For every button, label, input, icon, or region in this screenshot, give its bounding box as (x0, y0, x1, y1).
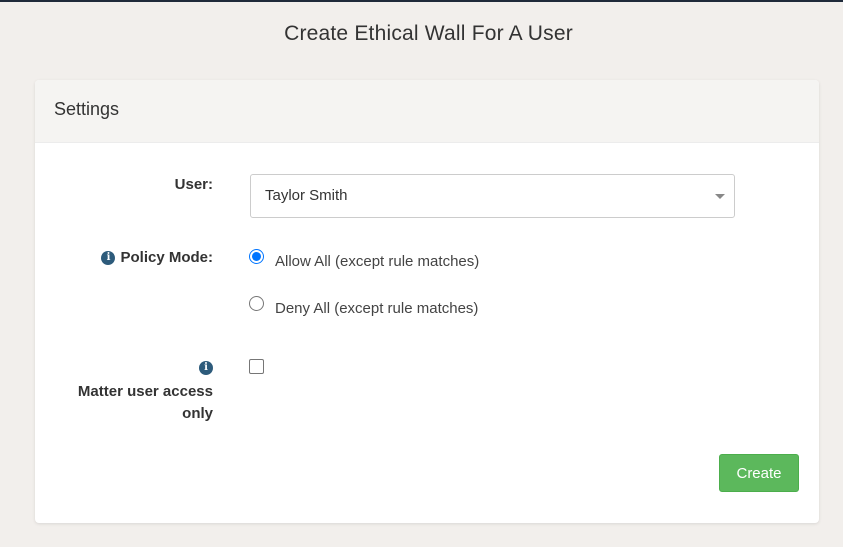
radio-allow-all[interactable]: Allow All (except rule matches) (249, 249, 480, 270)
matter-access-label: Matter user access only (77, 383, 213, 422)
user-label: User: (174, 176, 213, 193)
create-button[interactable]: Create (719, 454, 799, 492)
policy-mode-label: Policy Mode: (120, 249, 213, 266)
radio-deny-all-button[interactable] (249, 296, 264, 311)
settings-header-title: Settings (54, 99, 120, 119)
chevron-down-icon (715, 194, 725, 199)
settings-card: Settings User: Taylor Smith i Policy Mod… (35, 80, 819, 523)
top-border (0, 0, 843, 2)
radio-allow-all-label: Allow All (except rule matches) (275, 253, 480, 270)
settings-header: Settings (35, 80, 819, 143)
user-select-value: Taylor Smith (265, 187, 348, 204)
page-title: Create Ethical Wall For A User (284, 22, 573, 45)
info-icon[interactable]: i (101, 250, 116, 265)
info-icon[interactable]: i (199, 361, 213, 375)
matter-access-checkbox[interactable] (249, 359, 264, 374)
user-select[interactable]: Taylor Smith (250, 174, 735, 218)
radio-deny-all-label: Deny All (except rule matches) (275, 300, 479, 317)
policy-mode-label-group: i Policy Mode: (101, 249, 213, 266)
radio-deny-all[interactable]: Deny All (except rule matches) (249, 296, 479, 317)
radio-allow-all-button[interactable] (249, 249, 264, 264)
